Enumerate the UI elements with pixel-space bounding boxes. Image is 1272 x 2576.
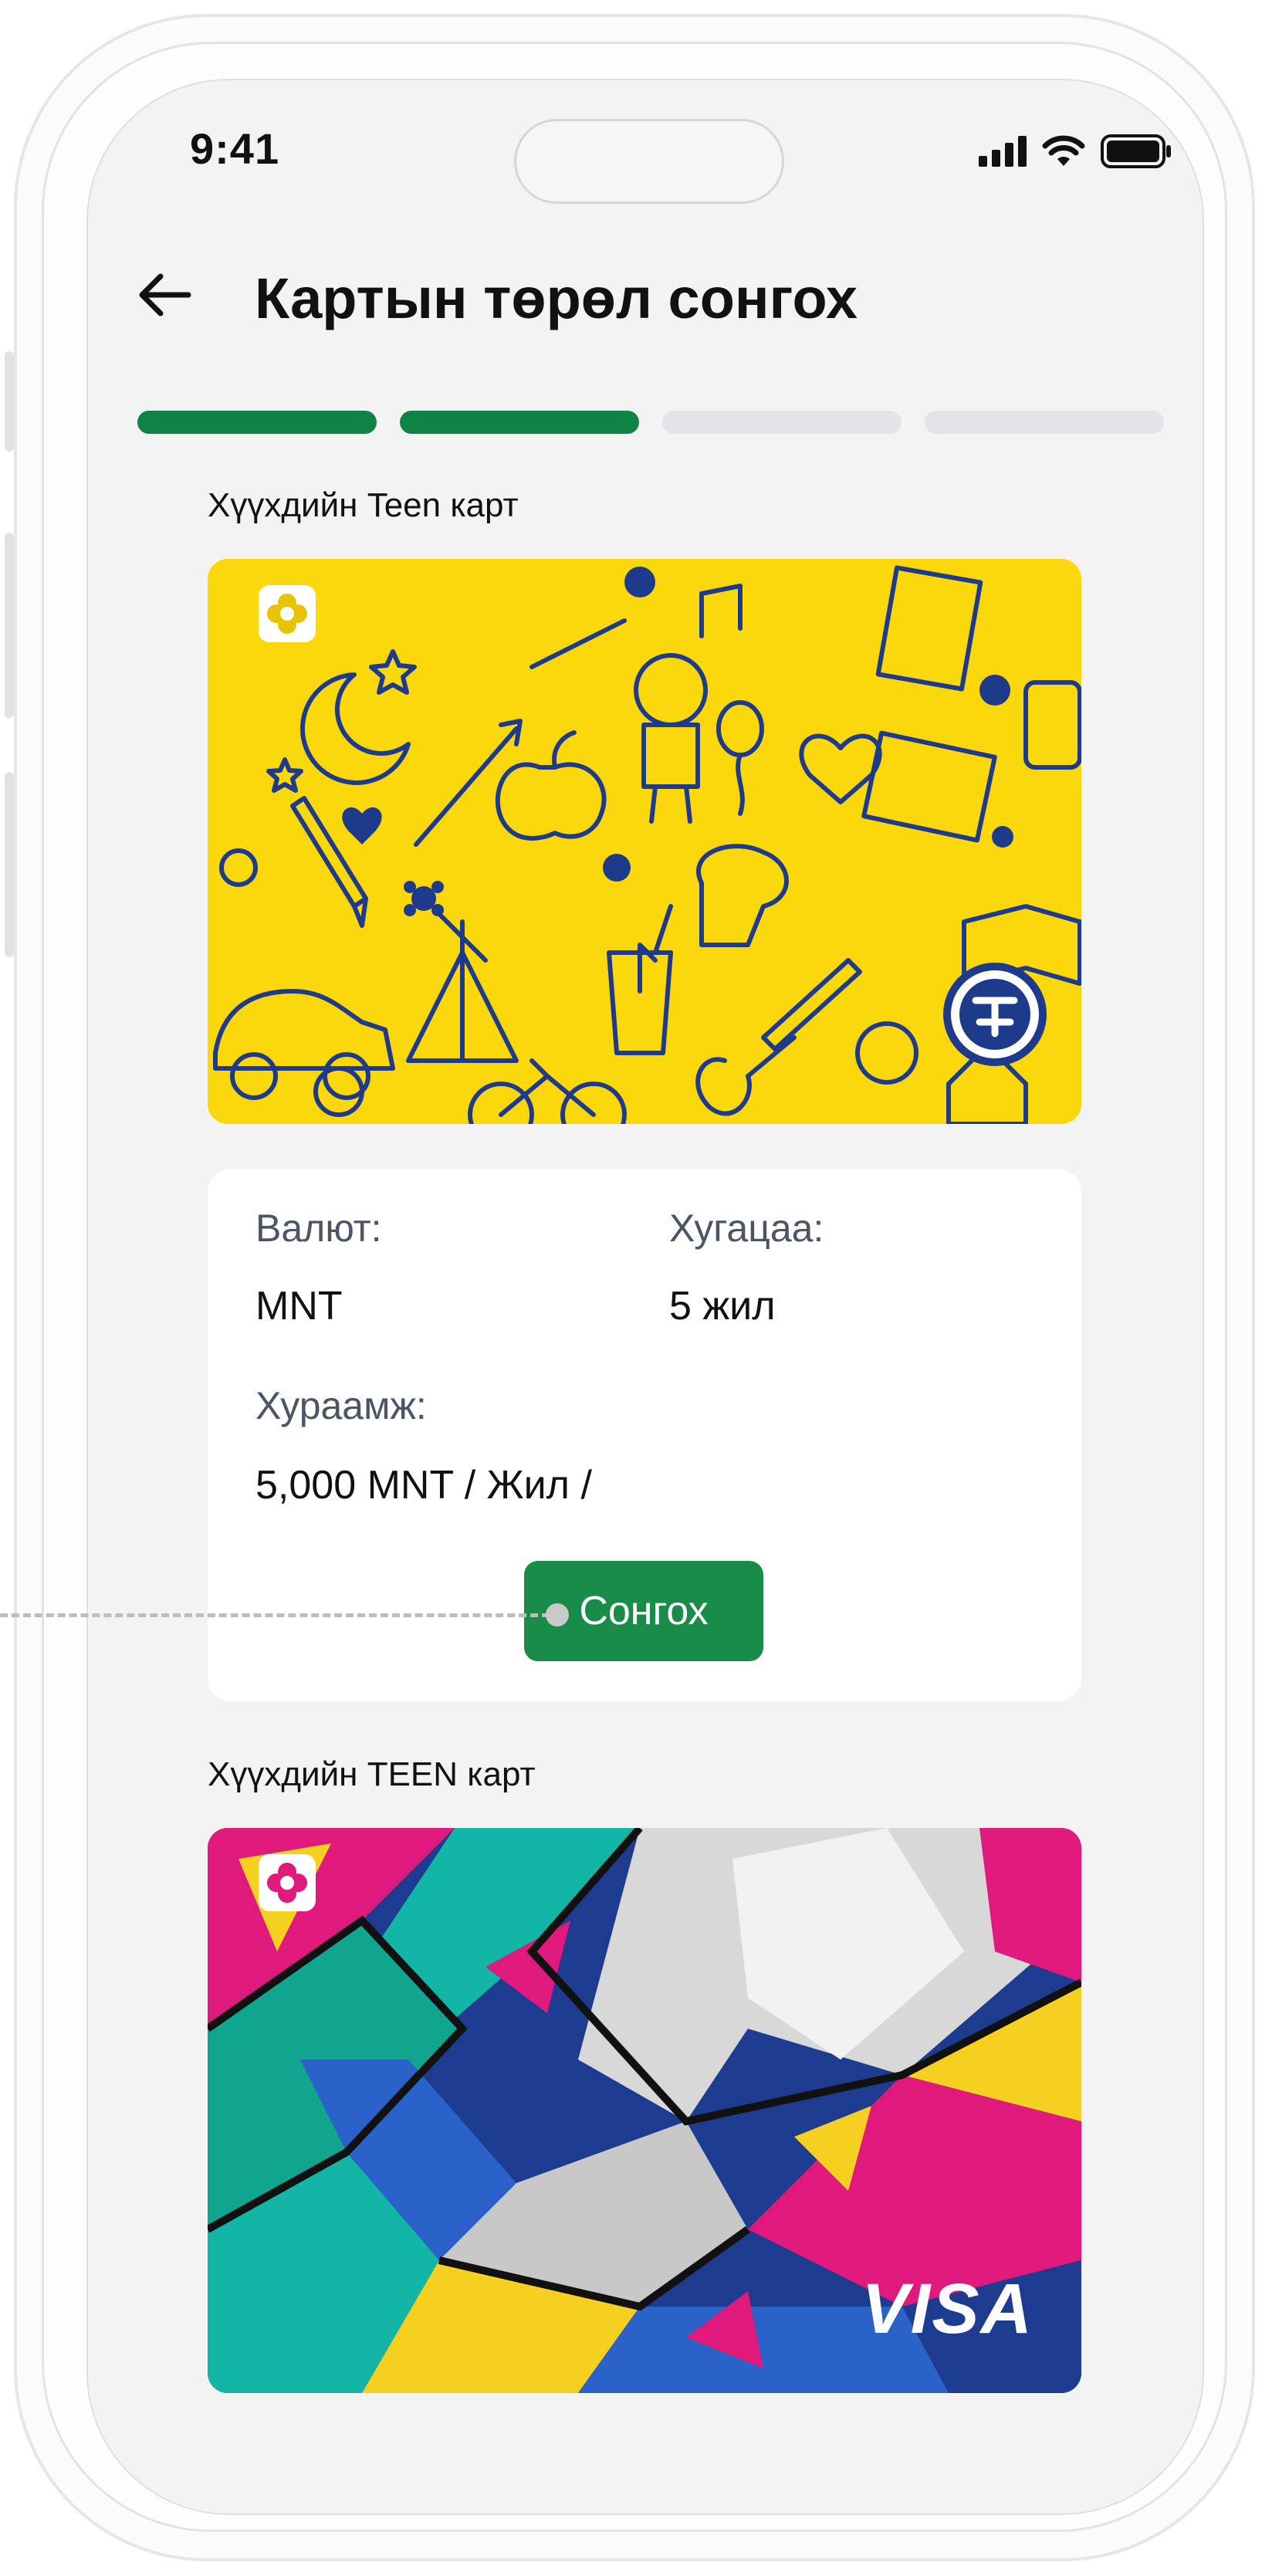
progress-step-pending [662,411,902,434]
wifi-icon [1042,135,1085,166]
card-details-panel: Валют: MNT Хугацаа: 5 жил Хураамж: 5,000… [208,1169,1081,1701]
arrow-left-icon [139,273,191,316]
page-title: Картын төрөл сонгох [255,266,858,330]
currency-value: MNT [255,1284,343,1329]
status-time: 9:41 [190,124,280,173]
annotation-line [0,1613,550,1617]
back-button[interactable] [134,264,196,326]
progress-step-done [400,411,639,434]
phone-screen: 9:41 Картын төрөл сонгох Хүүхдийн Teen к… [86,79,1204,2515]
signal-icon [979,136,1027,167]
step-progress [137,411,1164,434]
fee-value: 5,000 MNT / Жил / [255,1463,592,1508]
dynamic-island [514,119,784,204]
fee-label: Хураамж: [255,1384,427,1427]
side-button [5,772,14,957]
side-button [5,351,14,452]
status-icons [979,134,1172,168]
progress-step-pending [925,411,1164,434]
battery-icon [1101,134,1171,168]
term-label: Хугацаа: [669,1207,824,1250]
yellow-doodle-card-art [208,559,1081,1124]
card-label: Хүүхдийн Teen карт [208,486,519,524]
progress-step-done [137,411,377,434]
card-image-teen-yellow[interactable] [208,559,1081,1124]
bank-logo-icon [259,585,316,642]
card-image-teen-colorful[interactable]: VISA [208,1828,1081,2393]
currency-label: Валют: [255,1207,382,1250]
visa-logo: VISA [861,2270,1034,2348]
annotation-dot [546,1603,569,1627]
term-value: 5 жил [669,1284,776,1329]
card-label: Хүүхдийн TEEN карт [208,1755,536,1793]
side-button [5,533,14,718]
bank-logo-icon [259,1854,316,1911]
